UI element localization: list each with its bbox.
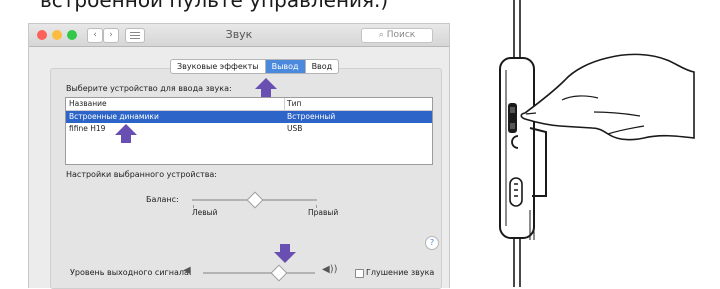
balance-left-label: Левый xyxy=(192,208,218,217)
mute-label: Глушение звука xyxy=(366,268,435,277)
device-settings-label: Настройки выбранного устройства: xyxy=(66,170,217,179)
table-header: Название Тип xyxy=(66,98,432,111)
tab-output[interactable]: Вывод xyxy=(265,60,306,73)
search-field[interactable]: ⌕ Поиск xyxy=(361,28,433,43)
speaker-high-icon: ◀)) xyxy=(322,264,338,275)
table-row[interactable]: Встроенные динамики Встроенный xyxy=(66,111,432,123)
device-list-label: Выберите устройство для ввода звука: xyxy=(66,84,232,93)
column-type-header[interactable]: Тип xyxy=(287,99,301,108)
arrow-to-output-tab xyxy=(255,78,277,97)
volume-slider-track[interactable] xyxy=(203,272,315,274)
speaker-low-icon: ◀ xyxy=(183,265,191,276)
tab-input[interactable]: Ввод xyxy=(306,60,339,73)
column-name-header[interactable]: Название xyxy=(69,99,107,108)
mute-checkbox[interactable] xyxy=(355,269,364,278)
device-name: Встроенные динамики xyxy=(69,112,159,121)
arrow-to-volume-slider xyxy=(274,244,296,263)
title-bar: ‹ › Звук ⌕ Поиск xyxy=(29,24,449,47)
arrow-to-speakers-row xyxy=(115,124,137,143)
device-type: Встроенный xyxy=(287,112,336,121)
tab-bar: Звуковые эффекты Вывод Ввод xyxy=(170,59,340,74)
instruction-caption: встроенной пульте управления.) xyxy=(40,0,389,12)
balance-label: Баланс: xyxy=(146,195,179,204)
search-placeholder: Поиск xyxy=(386,30,416,40)
device-name: fifine H19 xyxy=(69,124,106,133)
arrow-down-icon xyxy=(274,252,296,263)
balance-right-label: Правый xyxy=(308,208,339,217)
arrow-up-icon xyxy=(115,124,137,135)
output-volume-label: Уровень выходного сигнала: xyxy=(70,268,192,277)
tab-sound-effects[interactable]: Звуковые эффекты xyxy=(171,60,266,73)
arrow-up-icon xyxy=(255,78,277,89)
device-type: USB xyxy=(287,124,303,133)
help-button[interactable]: ? xyxy=(425,236,439,250)
headset-remote-illustration xyxy=(499,0,695,287)
search-icon: ⌕ xyxy=(378,30,384,40)
